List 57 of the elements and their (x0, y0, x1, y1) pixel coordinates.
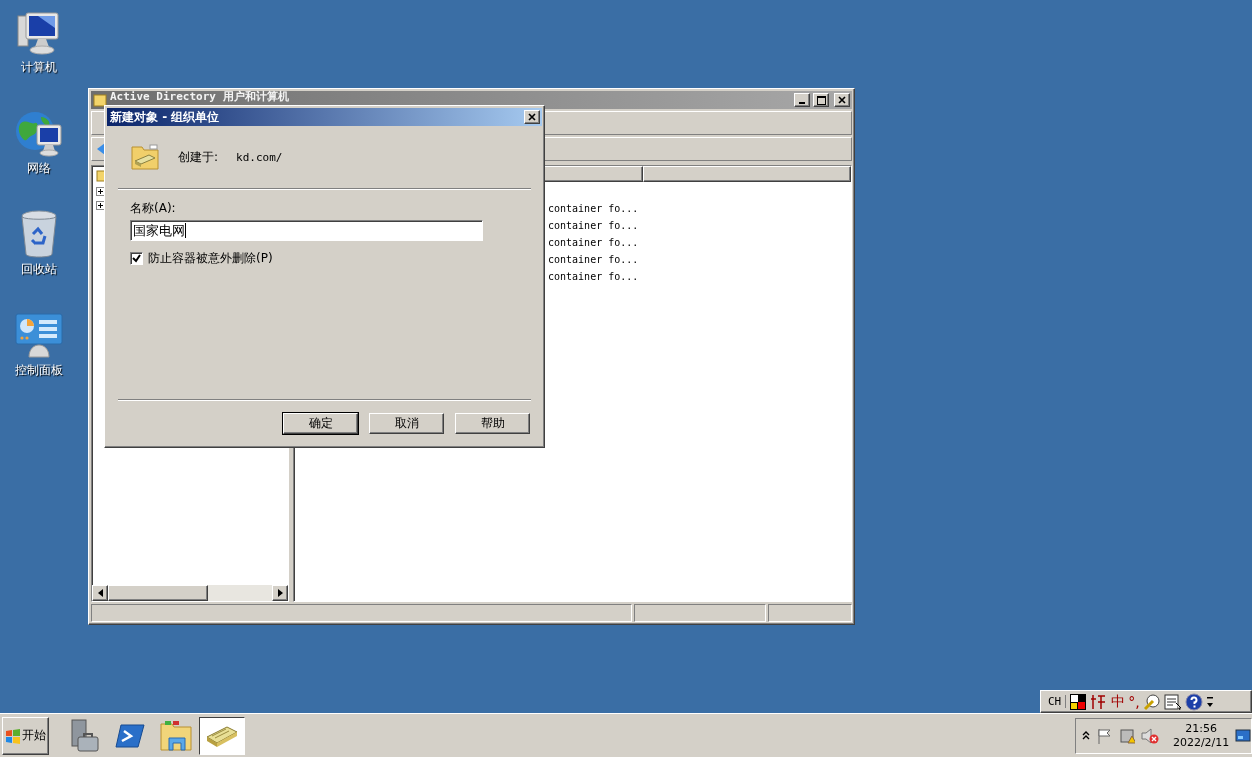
start-button[interactable]: 开始 (2, 716, 49, 755)
maximize-icon (816, 95, 826, 105)
cancel-button[interactable]: 取消 (369, 412, 444, 434)
network-warning-icon[interactable] (1117, 727, 1136, 744)
ok-button[interactable]: 确定 (283, 412, 358, 434)
speaker-muted-icon[interactable] (1141, 727, 1159, 744)
created-in-path: kd.com/ (236, 150, 283, 164)
input-method-icon[interactable] (1069, 692, 1088, 711)
taskbar-app[interactable] (199, 716, 245, 755)
minimize-button[interactable] (794, 93, 810, 107)
desktop-icon-label[interactable]: 计算机 (21, 59, 57, 76)
list-cell-text: container fo... (547, 219, 640, 233)
close-icon (838, 96, 846, 104)
close-icon (528, 113, 536, 121)
scroll-right-icon[interactable] (277, 589, 283, 597)
clock-time[interactable]: 21:56 (1185, 721, 1217, 736)
scroll-left-icon[interactable] (97, 589, 103, 597)
close-button[interactable] (834, 93, 850, 107)
keyboard-icon[interactable] (1163, 692, 1182, 711)
computer-icon[interactable] (16, 12, 62, 56)
name-field[interactable]: 国家电网 (130, 220, 483, 241)
chevron-up-icon[interactable] (1082, 731, 1090, 740)
clock-date[interactable]: 2022/2/11 (1172, 735, 1230, 750)
tools-icon[interactable] (1142, 692, 1161, 711)
flag-logo-icon (5, 727, 21, 744)
help-button[interactable]: 帮助 (455, 412, 530, 434)
dialog-title: 新建对象 - 组织单位 (110, 108, 221, 126)
terminal-icon[interactable] (115, 722, 145, 749)
horizontal-scrollbar[interactable] (92, 585, 288, 601)
server-toolbox-icon[interactable] (68, 718, 100, 753)
protect-checkbox[interactable] (130, 252, 143, 265)
show-desktop-icon[interactable] (1235, 728, 1251, 743)
recycle-bin-icon[interactable] (19, 210, 59, 258)
maximize-button[interactable] (813, 93, 829, 107)
list-cell-text: container fo... (547, 202, 640, 216)
punctuation-toggle[interactable]: °, (1128, 693, 1140, 710)
desktop-icon-label[interactable]: 网络 (27, 160, 51, 177)
options-arrow-icon[interactable] (1205, 694, 1214, 709)
list-cell-text: container fo... (547, 270, 640, 284)
folder-book-icon (130, 143, 160, 171)
desktop-icon-label[interactable]: 回收站 (21, 261, 57, 278)
window-title: Active Directory 用户和计算机 (110, 91, 290, 103)
list-cell-text: container fo... (547, 236, 640, 250)
close-button[interactable] (524, 110, 540, 124)
flag-icon[interactable] (1095, 727, 1112, 744)
help-icon[interactable] (1184, 692, 1203, 711)
created-in-label: 创建于: (178, 148, 219, 166)
control-panel-icon[interactable] (15, 313, 63, 359)
ime-mode-toggle[interactable]: 中 (1111, 692, 1126, 711)
list-cell-text: container fo... (547, 253, 640, 267)
window-icon (93, 93, 107, 107)
name-label: 名称(A): (130, 200, 177, 217)
language-indicator[interactable]: CH (1044, 695, 1067, 708)
desktop-icon-label[interactable]: 控制面板 (15, 362, 63, 379)
globe-monitor-icon[interactable] (15, 111, 63, 157)
checkbox-label: 防止容器被意外删除(P) (148, 250, 273, 267)
folder-icon[interactable] (159, 719, 193, 752)
